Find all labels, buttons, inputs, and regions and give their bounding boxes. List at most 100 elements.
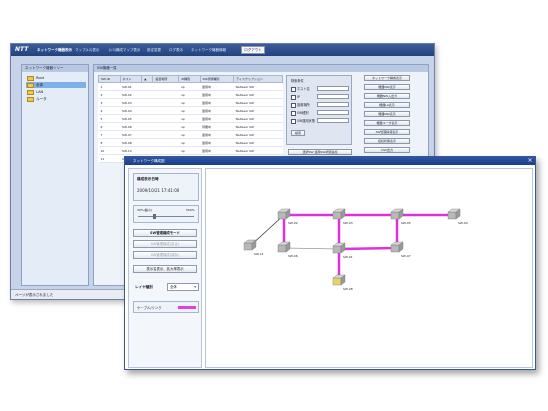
sw-type-select[interactable] (317, 110, 349, 115)
table-cell (152, 122, 179, 131)
action-button[interactable]: 接続状態表示 (364, 138, 410, 144)
logout-button[interactable]: ログアウト (241, 46, 265, 54)
table-header[interactable]: SW-ID (98, 75, 121, 83)
update-time-label: 構成表示日時 (137, 177, 159, 181)
table-cell: up (178, 146, 200, 155)
sw-mode-button[interactable]: SW管理構成モード (133, 229, 197, 237)
table-cell: up (178, 106, 200, 115)
filter-location[interactable]: 設置場所 (291, 102, 310, 108)
tab-log[interactable]: ログ表示 (169, 46, 183, 54)
table-cell: NetGear SW (233, 90, 283, 99)
tree-item-router[interactable]: ルータ (26, 96, 86, 102)
tab-device-info[interactable]: ネットワーク機器情報 (191, 46, 226, 54)
tab-network-device[interactable]: ネットワーク機器表示 (37, 46, 72, 54)
switch-node-icon[interactable] (332, 208, 346, 220)
filter-sw-status[interactable]: SW運用状態 (291, 118, 315, 124)
action-button[interactable]: CSV出力 (364, 147, 410, 153)
switch-node-icon[interactable] (447, 208, 461, 220)
table-cell: NetGear SW (233, 122, 283, 131)
sw-back-button[interactable]: SW管理構成(戻る) (133, 240, 197, 248)
table-cell: NetGear SW (233, 98, 283, 107)
table-row[interactable]: 10 SW-10 up 運用中 NetGear SW (98, 146, 283, 155)
tree-title: ネットワーク機器ツリー (22, 65, 88, 72)
table-cell: NetGear SW (233, 82, 283, 91)
sw-status-select[interactable] (317, 118, 349, 123)
close-icon[interactable]: × (526, 157, 534, 165)
table-cell: SW-05 (120, 114, 142, 123)
zoom-slider-track[interactable] (138, 216, 194, 217)
action-button[interactable]: 機器ユーザ表示 (364, 120, 410, 126)
ip-input[interactable] (317, 94, 349, 99)
table-cell (141, 138, 153, 147)
table-row[interactable]: 1 SW-01 up 運用中 NetGear SW (98, 82, 283, 91)
action-button[interactable]: ネットワーク構成表示 (364, 75, 410, 81)
table-header[interactable]: ホスト (119, 75, 143, 83)
table-cell: up (178, 138, 200, 147)
table-row[interactable]: 3 SW-03 up 運用中 NetGear SW (98, 98, 283, 107)
table-row[interactable]: 6 SW-06 up 待機中 NetGear SW (98, 122, 283, 131)
layer-select[interactable]: 全体 ▾ (167, 283, 199, 291)
network-link[interactable] (283, 247, 340, 250)
action-button[interactable]: 機器NW表示 (364, 111, 410, 117)
company-logo: NTT (15, 46, 29, 53)
table-cell (141, 82, 153, 91)
table-cell (152, 90, 179, 99)
table-row[interactable]: 8 SW-08 up 運用中 NetGear SW (98, 138, 283, 147)
switch-node-icon[interactable] (243, 239, 257, 251)
tree-item-root[interactable]: Root (26, 75, 86, 81)
table-cell (141, 114, 153, 123)
table-cell: NetGear SW (233, 146, 283, 155)
table-header[interactable]: ▲ (141, 75, 154, 83)
table-row[interactable]: 7 SW-07 up 運用中 NetGear SW (98, 130, 283, 139)
zoom-max-label: 500% (186, 208, 195, 212)
tab-l3-map[interactable]: (L3)構成マップ表示 (109, 46, 140, 54)
network-link[interactable] (338, 246, 398, 251)
table-cell: 10 (98, 146, 121, 155)
table-header[interactable]: SW状態種別 (199, 75, 235, 83)
filter-sw-type[interactable]: SW種別 (291, 110, 309, 116)
filter-ip[interactable]: IP (291, 94, 300, 100)
action-button[interactable]: 機器NW入出力 (364, 93, 410, 99)
table-cell (152, 130, 179, 139)
action-button[interactable]: 機器NW表示 (364, 84, 410, 90)
table-cell: SW-02 (120, 90, 142, 99)
network-map-canvas[interactable]: SW-02 SW-03 SW-05 SW-04 SW-06 SW-01 SW-07 SW-08… (205, 168, 533, 368)
switch-node-icon[interactable] (390, 208, 404, 220)
zoom-min-label: 30%(縮小) (137, 208, 153, 212)
hostname-input[interactable] (317, 86, 349, 91)
tree-item-all[interactable]: 全体 (26, 82, 86, 88)
node-label: SW-08 (343, 287, 353, 291)
table-header[interactable]: ディスクリプション (233, 75, 283, 83)
table-cell: 運用中 (200, 82, 234, 91)
search-button[interactable]: 検索 (291, 130, 305, 136)
table-header[interactable]: 設置場所 (152, 75, 180, 83)
table-row[interactable]: 4 SW-04 up 運用中 NetGear SW (98, 106, 283, 115)
action-button[interactable]: SW管理情報表示 (364, 129, 410, 135)
device-tree-panel: ネットワーク機器ツリー Root 全体 LAN ルータ (21, 64, 89, 286)
table-cell: 2 (98, 90, 121, 99)
table-cell (141, 146, 153, 155)
table-cell: SW-01 (120, 82, 142, 91)
fit-display-button[interactable]: 表示名表示、拡大率表示 (133, 265, 197, 273)
switch-node-icon[interactable] (332, 274, 346, 286)
sw-save-button[interactable]: SW管理構成(保存) (133, 251, 197, 259)
action-button[interactable]: 機器L2表示 (364, 102, 410, 108)
switch-node-icon[interactable] (277, 208, 291, 220)
location-input[interactable] (317, 102, 349, 107)
filter-hostname[interactable]: ホスト名 (291, 86, 310, 92)
table-row[interactable]: 2 SW-02 up 運用中 NetGear SW (98, 90, 283, 99)
switch-node-icon[interactable] (332, 242, 346, 254)
top-nav-bar: NTT ネットワーク機器表示 マップ(L2)表示 (L3)構成マップ表示 設定変… (11, 44, 434, 56)
tab-settings[interactable]: 設定変更 (147, 46, 161, 54)
tab-l2-map[interactable]: マップ(L2)表示 (75, 46, 99, 54)
table-cell (141, 122, 153, 131)
table-header[interactable]: IP種別 (178, 75, 201, 83)
table-row[interactable]: 5 SW-05 up 運用中 NetGear SW (98, 114, 283, 123)
legend-box: ケーブル/リンク (133, 301, 199, 313)
switch-node-icon[interactable] (277, 241, 291, 253)
add-selected-sw-button[interactable]: 選択SW 運用SW状態追加 (288, 149, 352, 155)
switch-node-icon[interactable] (390, 241, 404, 253)
tree-item-lan[interactable]: LAN (26, 89, 86, 95)
legend-label: ケーブル/リンク (137, 306, 162, 310)
zoom-slider-handle[interactable] (153, 214, 157, 219)
